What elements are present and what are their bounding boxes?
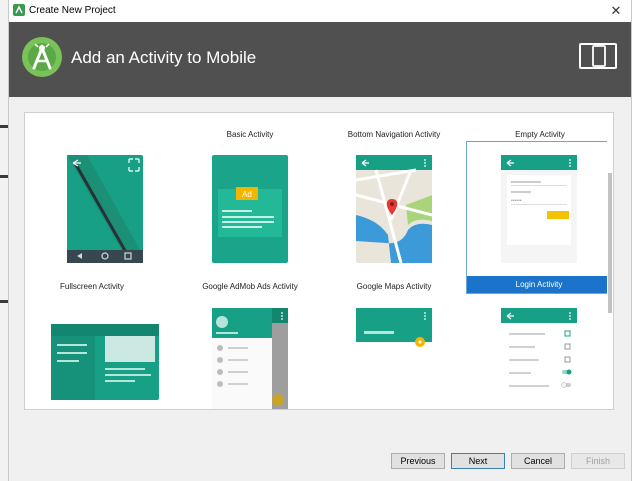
background-mark <box>0 125 8 128</box>
ad-badge-label: Ad <box>242 190 252 199</box>
gallery-scroll-thumb[interactable] <box>608 173 612 313</box>
master-detail-flow-thumbnail[interactable] <box>51 324 159 400</box>
android-studio-logo-icon <box>22 37 62 77</box>
background-mark <box>0 300 8 303</box>
close-button[interactable]: ✕ <box>601 0 631 22</box>
previous-button[interactable]: Previous <box>391 453 445 469</box>
title-bar: Create New Project ✕ <box>9 0 631 23</box>
settings-activity-thumbnail[interactable] <box>501 308 577 410</box>
cancel-button[interactable]: Cancel <box>511 453 565 469</box>
previous-button-label: Previous <box>400 456 436 466</box>
dialog-header: Add an Activity to Mobile <box>9 22 631 97</box>
fullscreen-activity-thumbnail[interactable] <box>67 155 143 263</box>
finish-button-label: Finish <box>585 456 610 466</box>
next-button-label: Next <box>468 456 488 466</box>
activity-label-login[interactable]: Login Activity <box>467 276 611 293</box>
activity-label-admob: Google AdMob Ads Activity <box>202 282 298 291</box>
activity-gallery: Basic Activity Bottom Navigation Activit… <box>24 112 614 410</box>
page-title: Add an Activity to Mobile <box>71 48 257 67</box>
phone-tablet-icon <box>579 43 617 69</box>
scrolling-activity-thumbnail[interactable] <box>356 308 432 410</box>
window-title: Create New Project <box>29 5 116 16</box>
svg-text:••••••: •••••• <box>511 198 522 204</box>
activity-label-empty: Empty Activity <box>515 130 565 139</box>
create-project-dialog: Create New Project ✕ Add an Activity to … <box>8 0 632 481</box>
background-editor-strip <box>0 0 8 481</box>
next-button[interactable]: Next <box>451 453 505 469</box>
gallery-scrollbar[interactable] <box>607 113 613 409</box>
activity-label-fullscreen: Fullscreen Activity <box>59 282 125 291</box>
activity-label-bottom-navigation: Bottom Navigation Activity <box>347 130 441 139</box>
google-admob-ads-activity-thumbnail[interactable]: Ad <box>212 155 288 263</box>
google-maps-activity-thumbnail[interactable] <box>356 155 432 263</box>
activity-label-maps: Google Maps Activity <box>356 282 432 291</box>
finish-button: Finish <box>571 453 625 469</box>
login-activity-thumbnail[interactable]: •••••• <box>501 155 577 263</box>
activity-label-basic: Basic Activity <box>226 130 274 139</box>
background-mark <box>0 175 8 178</box>
cancel-button-label: Cancel <box>523 456 552 466</box>
navigation-drawer-activity-thumbnail[interactable] <box>212 308 288 410</box>
app-icon <box>13 4 25 16</box>
